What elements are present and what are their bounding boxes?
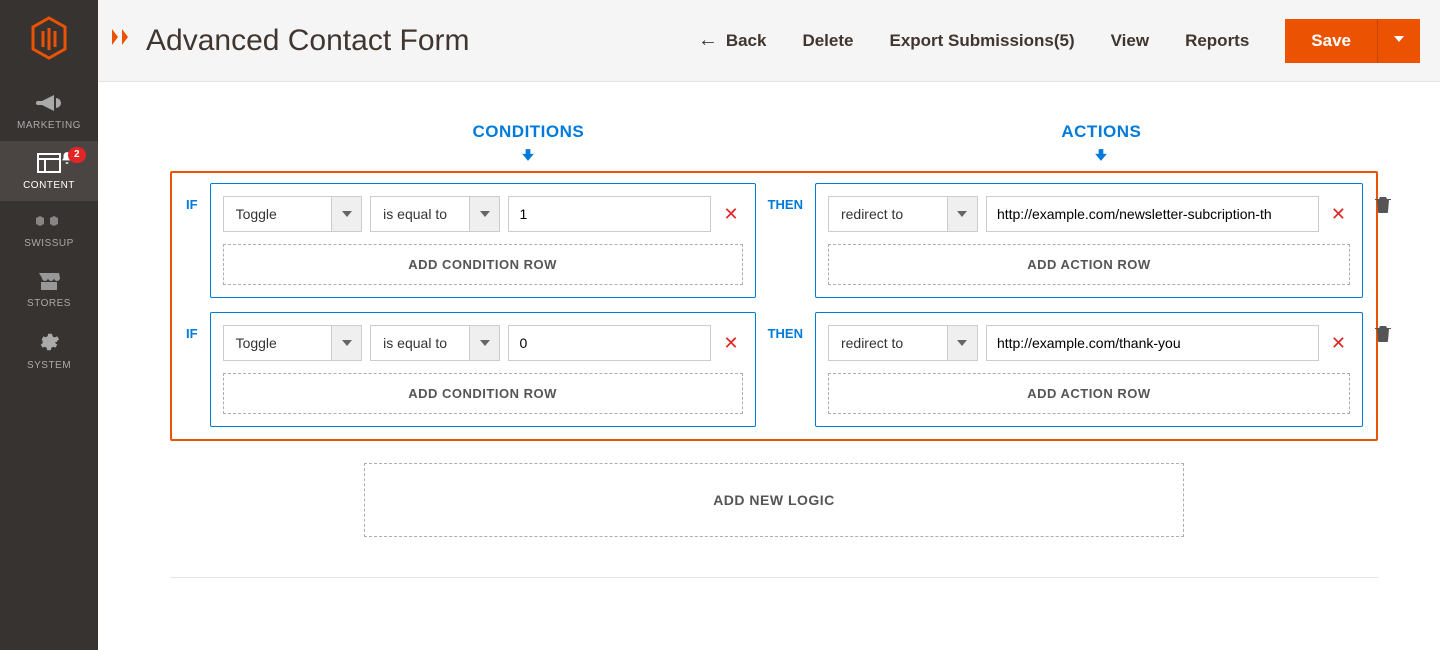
actions-heading: ACTIONS <box>825 122 1378 165</box>
arrow-left-icon: ← <box>698 29 718 52</box>
export-submissions-button[interactable]: Export Submissions(5) <box>889 31 1074 51</box>
action-value-input[interactable] <box>986 325 1319 361</box>
condition-operator-select[interactable]: is equal to <box>370 325 500 361</box>
chevron-down-icon <box>947 197 977 231</box>
select-value: redirect to <box>829 206 947 222</box>
hexagons-icon <box>35 213 63 234</box>
add-action-row-button[interactable]: ADD ACTION ROW <box>828 244 1350 285</box>
select-value: Toggle <box>224 335 332 351</box>
select-value: is equal to <box>371 335 469 351</box>
nav-label: MARKETING <box>17 120 81 131</box>
select-value: Toggle <box>224 206 332 222</box>
remove-action-button[interactable]: ✕ <box>1327 205 1350 223</box>
chevron-down-icon <box>1393 33 1405 48</box>
chevron-down-icon <box>947 326 977 360</box>
save-dropdown-button[interactable] <box>1378 19 1420 63</box>
delete-logic-button[interactable] <box>1375 183 1391 218</box>
condition-field-select[interactable]: Toggle <box>223 196 363 232</box>
chevron-down-icon <box>469 326 499 360</box>
back-label: Back <box>726 31 767 51</box>
actions-panel: redirect to ✕ ADD ACTION ROW <box>815 183 1363 298</box>
nav-swissup[interactable]: SWISSUP <box>0 201 98 259</box>
add-condition-row-button[interactable]: ADD CONDITION ROW <box>223 244 743 285</box>
actions-panel: redirect to ✕ ADD ACTION ROW <box>815 312 1363 427</box>
reports-button[interactable]: Reports <box>1185 31 1249 51</box>
remove-condition-button[interactable]: ✕ <box>719 334 742 352</box>
view-button[interactable]: View <box>1111 31 1149 51</box>
nav-label: CONTENT <box>23 180 75 191</box>
page-title: Advanced Contact Form <box>146 24 469 58</box>
arrow-down-icon <box>521 148 535 165</box>
megaphone-icon <box>36 93 62 116</box>
select-value: redirect to <box>829 335 947 351</box>
condition-field-select[interactable]: Toggle <box>223 325 363 361</box>
layout-icon <box>37 153 61 176</box>
delete-button[interactable]: Delete <box>802 31 853 51</box>
page-header: Advanced Contact Form ← Back Delete Expo… <box>98 0 1440 82</box>
arrow-down-icon <box>1094 148 1108 165</box>
add-new-logic-button[interactable]: ADD NEW LOGIC <box>364 463 1184 537</box>
nav-label: SYSTEM <box>27 360 71 371</box>
chevron-down-icon <box>469 197 499 231</box>
then-label: THEN <box>768 183 803 212</box>
remove-action-button[interactable]: ✕ <box>1327 334 1350 352</box>
condition-value-input[interactable] <box>508 196 711 232</box>
back-button[interactable]: ← Back <box>698 29 767 52</box>
if-label: IF <box>186 312 198 341</box>
conditions-panel: Toggle is equal to ✕ ADD CONDITION ROW <box>210 312 756 427</box>
magento-logo[interactable] <box>29 16 69 63</box>
admin-sidebar: MARKETING CONTENT 2 SWISSUP STORES SYSTE… <box>0 0 98 650</box>
logic-rules-container: IF Toggle is equal to ✕ <box>170 171 1378 441</box>
nav-system[interactable]: SYSTEM <box>0 319 98 381</box>
nav-label: STORES <box>27 298 71 309</box>
add-action-row-button[interactable]: ADD ACTION ROW <box>828 373 1350 414</box>
nav-label: SWISSUP <box>24 238 74 249</box>
nav-marketing[interactable]: MARKETING <box>0 81 98 141</box>
logic-row: IF Toggle is equal to ✕ <box>186 183 1362 298</box>
nav-content[interactable]: CONTENT 2 <box>0 141 98 201</box>
select-value: is equal to <box>371 206 469 222</box>
nav-stores[interactable]: STORES <box>0 259 98 319</box>
delete-logic-button[interactable] <box>1375 312 1391 347</box>
notification-badge: 2 <box>68 147 86 163</box>
add-condition-row-button[interactable]: ADD CONDITION ROW <box>223 373 743 414</box>
chevron-down-icon <box>331 197 361 231</box>
conditions-label: CONDITIONS <box>473 122 585 142</box>
condition-value-input[interactable] <box>508 325 711 361</box>
conditions-heading: CONDITIONS <box>232 122 825 165</box>
chevron-down-icon <box>331 326 361 360</box>
action-type-select[interactable]: redirect to <box>828 325 978 361</box>
section-divider <box>170 577 1378 578</box>
save-button[interactable]: Save <box>1285 19 1378 63</box>
gear-icon <box>38 331 60 356</box>
save-button-group: Save <box>1285 19 1420 63</box>
action-type-select[interactable]: redirect to <box>828 196 978 232</box>
logic-row: IF Toggle is equal to ✕ <box>186 312 1362 427</box>
storefront-icon <box>37 271 61 294</box>
then-label: THEN <box>768 312 803 341</box>
if-label: IF <box>186 183 198 212</box>
remove-condition-button[interactable]: ✕ <box>719 205 742 223</box>
conditions-panel: Toggle is equal to ✕ ADD CONDITION ROW <box>210 183 756 298</box>
action-value-input[interactable] <box>986 196 1319 232</box>
form-icon <box>108 25 136 56</box>
actions-label: ACTIONS <box>1061 122 1141 142</box>
condition-operator-select[interactable]: is equal to <box>370 196 500 232</box>
